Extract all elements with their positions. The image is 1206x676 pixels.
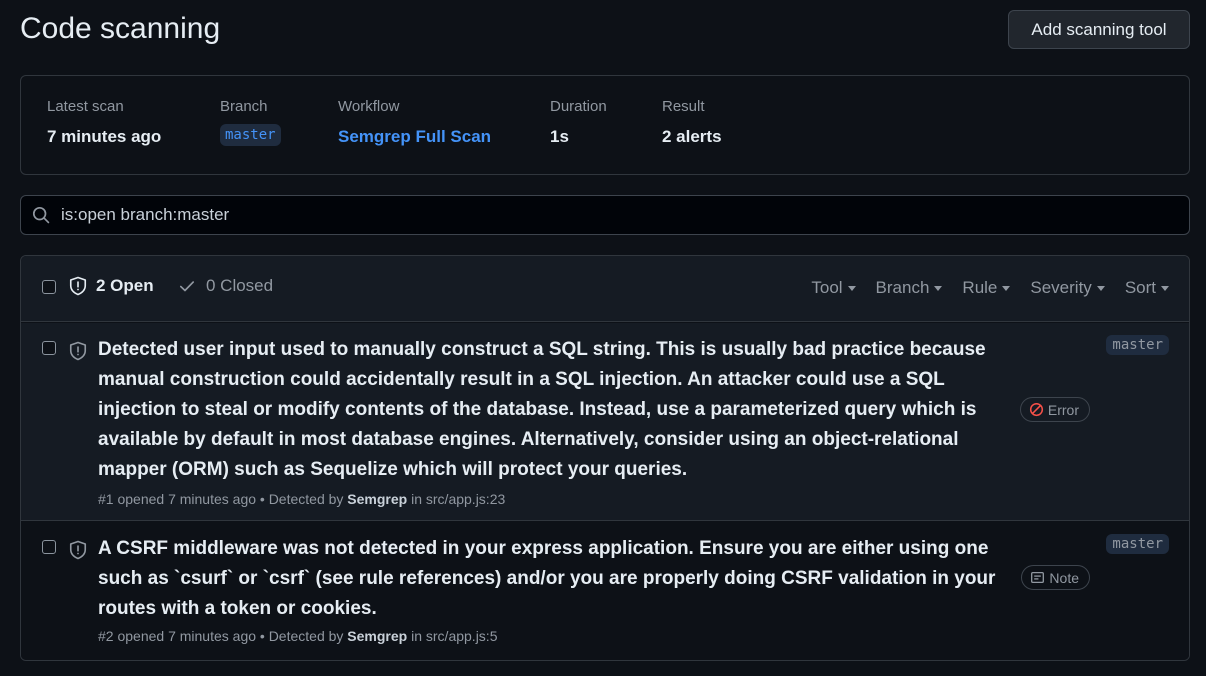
sort-dropdown[interactable]: Sort [1125, 278, 1169, 298]
severity-badge-error: Error [1019, 397, 1090, 422]
alert-branch-label: master [1106, 534, 1169, 554]
branch-column: Branch master [220, 98, 281, 146]
alert-meta-prefix: #2 opened 7 minutes ago • Detected by [98, 628, 348, 644]
page-header: Code scanning Add scanning tool [20, 10, 1190, 50]
result-value: 2 alerts [662, 127, 722, 146]
result-label: Result [662, 98, 705, 115]
closed-alerts-filter[interactable]: 0 Closed [178, 276, 273, 296]
sort-label: Sort [1124, 278, 1156, 297]
latest-scan-summary: Latest scan 7 minutes ago Branch master … [20, 75, 1190, 175]
alert-meta: #2 opened 7 minutes ago • Detected by Se… [98, 628, 497, 644]
duration-column: Duration 1s [550, 98, 607, 147]
workflow-link[interactable]: Semgrep Full Scan [338, 127, 491, 147]
tool-filter-label: Tool [811, 278, 843, 297]
branch-filter-dropdown[interactable]: Branch [876, 278, 943, 298]
alert-row[interactable]: A CSRF middleware was not detected in yo… [21, 522, 1189, 660]
shield-icon [69, 540, 87, 560]
chevron-down-icon [1002, 285, 1011, 291]
latest-scan-value: 7 minutes ago [47, 127, 162, 146]
closed-alerts-count: 0 Closed [206, 276, 274, 295]
alert-branch-label: master [1106, 335, 1169, 355]
branch-pill[interactable]: master [220, 124, 281, 146]
open-alerts-count: 2 Open [96, 276, 154, 295]
chevron-down-icon [1096, 285, 1105, 291]
severity-label: Note [1049, 569, 1079, 586]
latest-scan-label: Latest scan [47, 98, 124, 115]
duration-label: Duration [550, 98, 607, 115]
shield-icon [69, 341, 87, 361]
branch-label: Branch [220, 98, 268, 115]
search-input[interactable] [61, 196, 1189, 234]
alert-tool-name: Semgrep [347, 628, 408, 644]
chevron-down-icon [1161, 285, 1169, 291]
tool-filter-dropdown[interactable]: Tool [811, 278, 856, 298]
note-icon [1031, 571, 1045, 584]
alert-checkbox[interactable] [42, 341, 56, 355]
workflow-column: Workflow Semgrep Full Scan [338, 98, 491, 147]
severity-filter-dropdown[interactable]: Severity [1030, 278, 1105, 298]
branch-filter-label: Branch [875, 278, 930, 297]
alert-location: in src/app.js:23 [407, 491, 506, 507]
shield-icon [69, 276, 87, 296]
alert-checkbox[interactable] [42, 540, 56, 554]
chevron-down-icon [847, 285, 856, 291]
alert-search-bar[interactable] [20, 195, 1190, 235]
filter-menus: Tool Branch Rule Severity Sort [811, 278, 1169, 298]
error-stop-icon [1029, 402, 1043, 417]
search-icon [21, 206, 61, 224]
alert-tool-name: Semgrep [347, 491, 408, 507]
workflow-label: Workflow [338, 98, 400, 115]
chevron-down-icon [934, 285, 943, 291]
alerts-list-header: 2 Open 0 Closed Tool Branch Rule Severit… [21, 256, 1189, 322]
alerts-list: 2 Open 0 Closed Tool Branch Rule Severit… [20, 255, 1190, 661]
severity-label: Error [1047, 401, 1079, 418]
alert-row[interactable]: Detected user input used to manually con… [21, 323, 1189, 521]
latest-scan-column: Latest scan 7 minutes ago [47, 98, 161, 147]
alert-meta-prefix: #1 opened 7 minutes ago • Detected by [98, 491, 348, 507]
rule-filter-label: Rule [962, 278, 998, 297]
alert-title-link[interactable]: A CSRF middleware was not detected in yo… [98, 534, 1003, 624]
check-icon [179, 281, 195, 292]
severity-filter-label: Severity [1030, 278, 1092, 297]
duration-value: 1s [550, 127, 569, 146]
result-column: Result 2 alerts [662, 98, 722, 147]
alert-meta: #1 opened 7 minutes ago • Detected by Se… [98, 491, 505, 507]
add-scanning-tool-button[interactable]: Add scanning tool [1008, 10, 1190, 49]
page-title: Code scanning [20, 12, 221, 45]
open-alerts-filter[interactable]: 2 Open [68, 276, 154, 296]
select-all-checkbox[interactable] [42, 280, 56, 294]
alert-title-link[interactable]: Detected user input used to manually con… [98, 335, 1003, 485]
severity-badge-note: Note [1021, 565, 1090, 590]
alert-location: in src/app.js:5 [407, 628, 498, 644]
rule-filter-dropdown[interactable]: Rule [962, 278, 1011, 298]
